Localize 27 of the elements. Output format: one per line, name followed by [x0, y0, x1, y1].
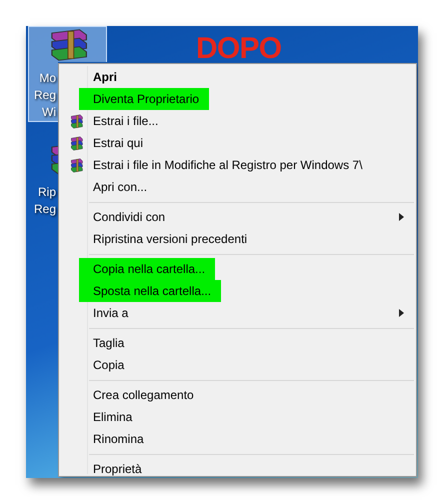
icon-label: Reg [34, 201, 56, 218]
menu-item[interactable]: Elimina [59, 406, 416, 428]
menu-item[interactable]: Copia [59, 354, 416, 376]
icon-label: Wi [42, 104, 56, 121]
menu-item[interactable]: Proprietà [59, 458, 416, 478]
menu-item[interactable]: Invia a [59, 302, 416, 324]
heading: DOPO [196, 32, 282, 65]
icon-label: Reg [34, 87, 56, 104]
menu-item[interactable]: Estrai i file... [59, 110, 416, 132]
icon-label: Mo [39, 70, 56, 87]
menu-item[interactable]: Taglia [59, 332, 416, 354]
desktop-icon[interactable] [28, 26, 107, 62]
menu-item[interactable]: Crea collegamento [59, 384, 416, 406]
archive-stack-icon [68, 114, 84, 128]
menu-item[interactable]: Apri con... [59, 176, 416, 198]
menu-item[interactable]: Sposta nella cartella... [59, 280, 416, 302]
menu-item[interactable]: Copia nella cartella... [59, 258, 416, 280]
menu-item[interactable]: Condividi con [59, 206, 416, 228]
menu-item[interactable]: Estrai i file in Modifiche al Registro per Windows 7\ [59, 154, 416, 176]
menu-item[interactable]: Ripristina versioni precedenti [59, 228, 416, 250]
icon-label: Rip [38, 184, 56, 201]
menu-item[interactable]: Apri [59, 66, 416, 88]
submenu-arrow-icon [399, 213, 404, 221]
menu-item[interactable]: Rinomina [59, 428, 416, 450]
submenu-arrow-icon [399, 309, 404, 317]
menu-item[interactable]: Estrai qui [59, 132, 416, 154]
menu-item[interactable]: Diventa Proprietario [59, 88, 416, 110]
